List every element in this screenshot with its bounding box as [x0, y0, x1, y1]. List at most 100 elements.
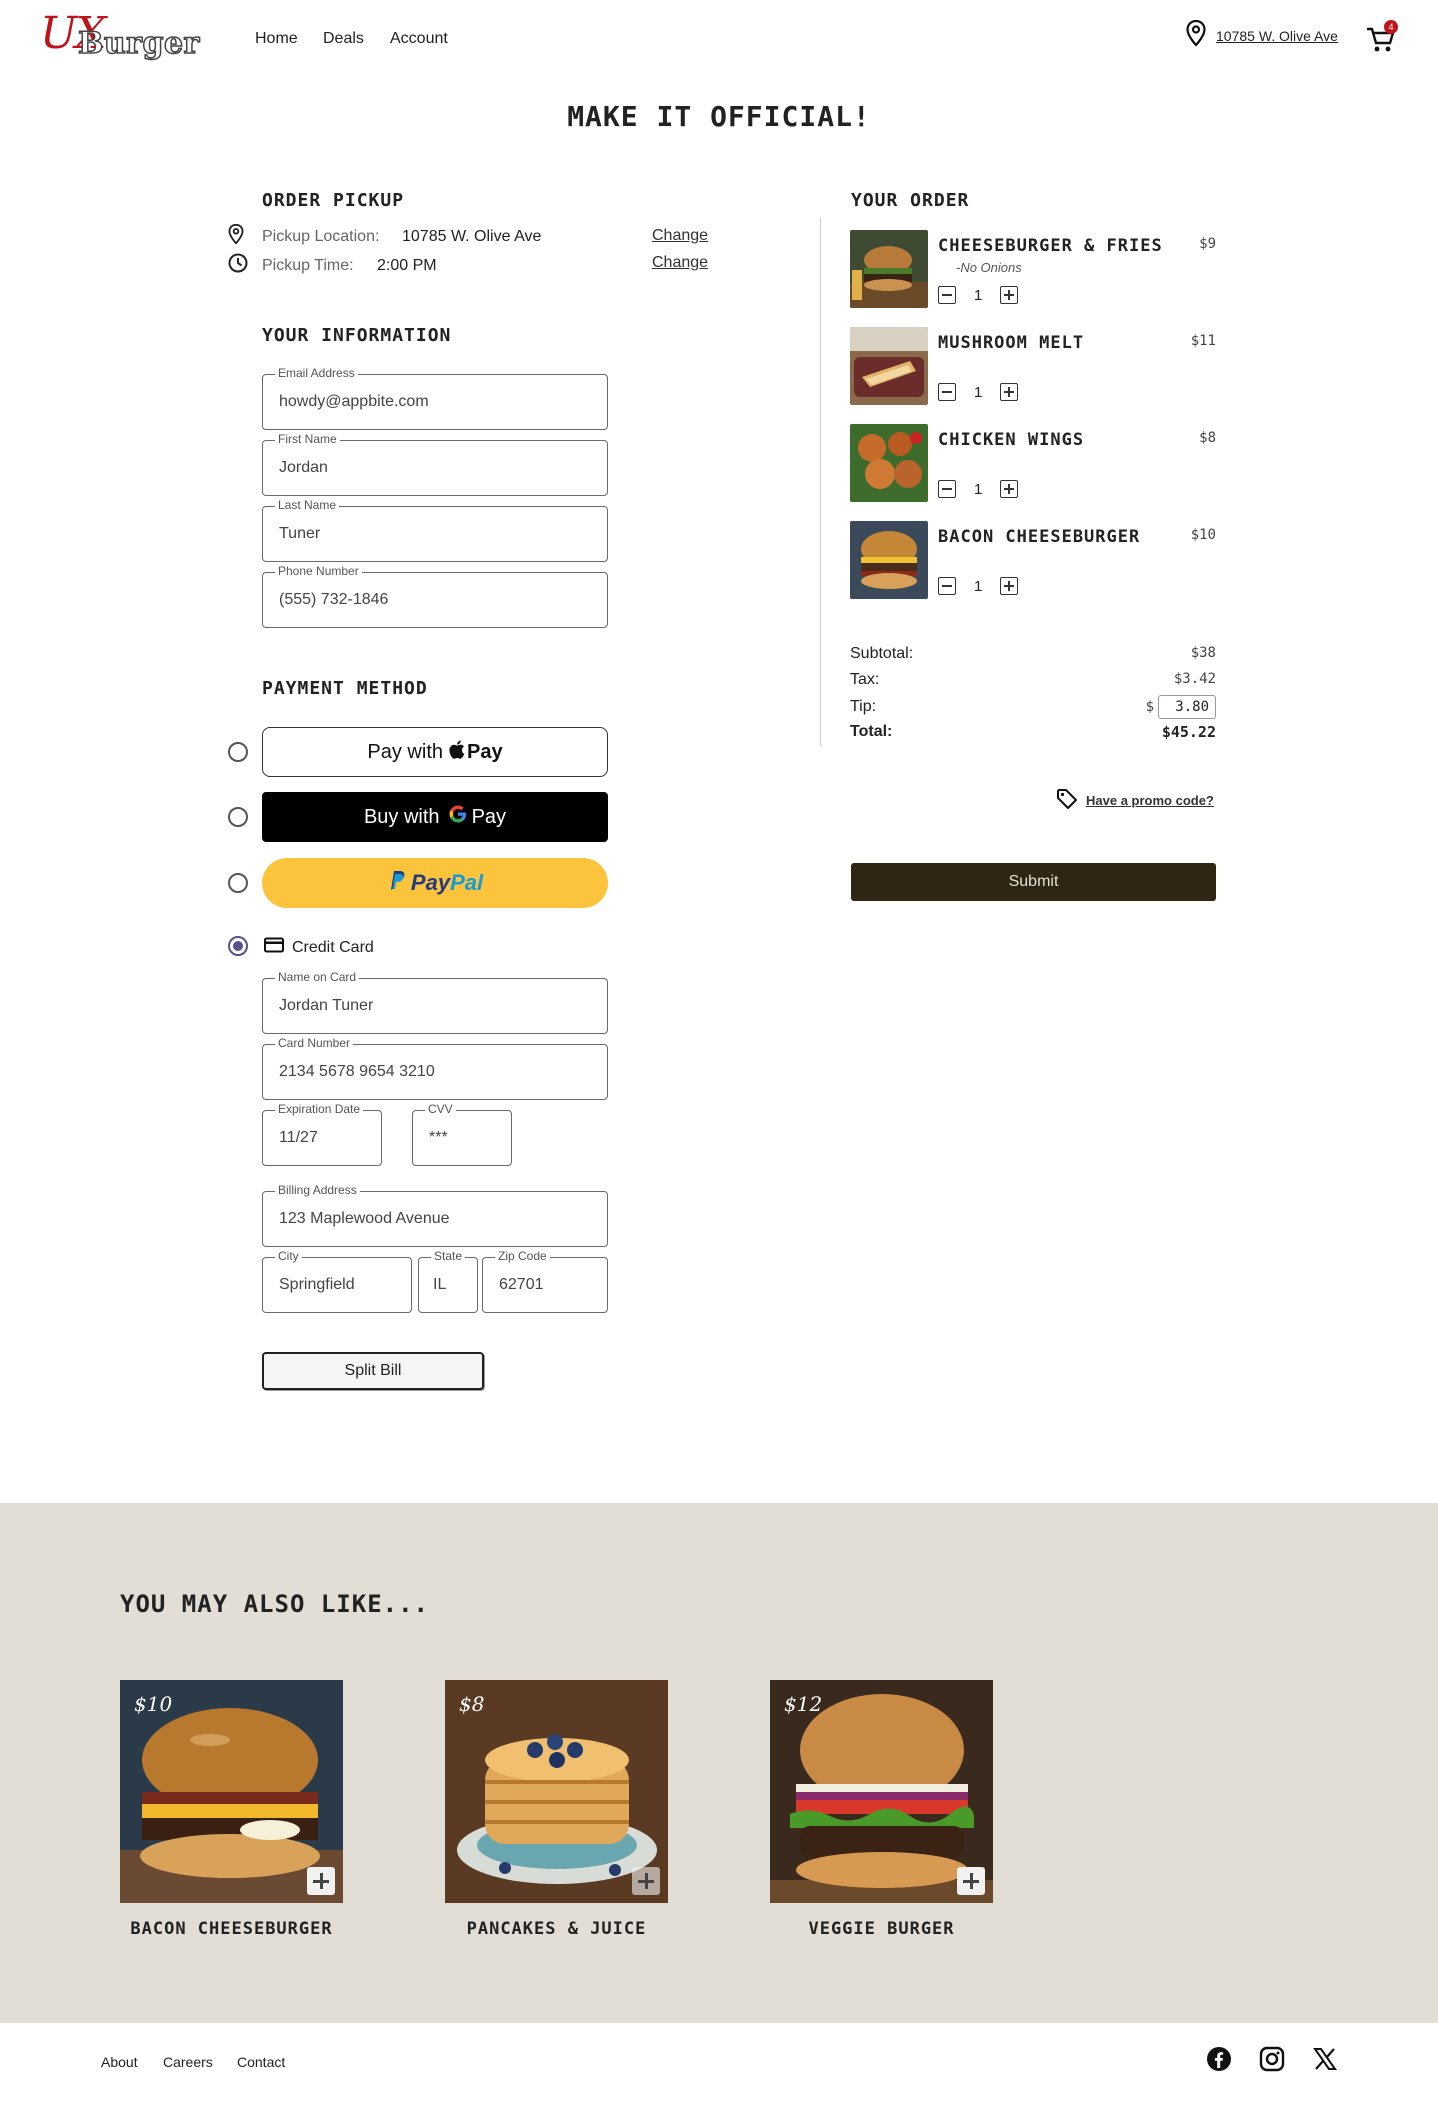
expiration-date-value: 11/27	[279, 1129, 318, 1146]
paypal-radio[interactable]	[228, 873, 248, 893]
expiration-date-field[interactable]: Expiration Date 11/27	[262, 1102, 382, 1166]
first-name-field[interactable]: First Name Jordan	[262, 432, 608, 496]
apple-pay-button[interactable]: Pay with Pay	[262, 727, 608, 777]
order-item: BACON CHEESEBURGER $10 1	[850, 521, 1220, 601]
nav-deals[interactable]: Deals	[323, 30, 364, 48]
decrease-quantity-button[interactable]	[938, 383, 956, 401]
suggestion-card[interactable]: $10 BACON CHEESEBURGER	[120, 1680, 343, 1939]
google-pay-button[interactable]: Buy with Pay	[262, 792, 608, 842]
paypal-logo-icon	[387, 869, 405, 897]
subtotal-value: $38	[1190, 645, 1216, 661]
add-to-order-button[interactable]	[632, 1867, 660, 1895]
suggestion-name: BACON CHEESEBURGER	[130, 1919, 333, 1939]
instagram-icon[interactable]	[1259, 2046, 1285, 2072]
order-item: CHICKEN WINGS $8 1	[850, 424, 1220, 504]
bacon-cheeseburger-image	[850, 521, 928, 599]
zip-code-value: 62701	[499, 1276, 544, 1293]
increase-quantity-button[interactable]	[1000, 480, 1019, 498]
promo-code-label: Have a promo code?	[1086, 793, 1214, 808]
order-title: YOUR ORDER	[851, 190, 970, 211]
pickup-location-label: Pickup Location:	[262, 227, 380, 245]
quantity-stepper: 1	[938, 480, 1019, 498]
last-name-field[interactable]: Last Name Tuner	[262, 498, 608, 562]
phone-value: (555) 732-1846	[279, 591, 389, 608]
tip-label: Tip:	[850, 698, 877, 715]
increase-quantity-button[interactable]	[1000, 383, 1019, 401]
submit-button[interactable]: Submit	[851, 863, 1216, 901]
x-icon[interactable]	[1312, 2046, 1338, 2072]
billing-address-field[interactable]: Billing Address 123 Maplewood Avenue	[262, 1183, 608, 1247]
order-item-name: BACON CHEESEBURGER	[938, 527, 1141, 547]
tip-input[interactable]: 3.80	[1158, 695, 1216, 719]
suggestion-card[interactable]: $8 PANCAKES & JUICE	[445, 1680, 668, 1939]
credit-card-radio[interactable]	[228, 936, 248, 956]
cart-button[interactable]: 4	[1366, 20, 1400, 54]
first-name-value: Jordan	[279, 459, 328, 476]
paypal-button[interactable]: Pay Pal	[262, 858, 608, 908]
email-field[interactable]: Email Address howdy@appbite.com	[262, 366, 608, 430]
footer-contact-link[interactable]: Contact	[237, 2054, 285, 2070]
city-value: Springfield	[279, 1276, 355, 1293]
order-item: CHEESEBURGER & FRIES -No Onions $9 1	[850, 230, 1220, 310]
store-location[interactable]: 10785 W. Olive Ave	[1186, 19, 1338, 51]
order-item-price: $8	[1199, 430, 1216, 446]
change-location-link[interactable]: Change	[652, 227, 708, 245]
decrease-quantity-button[interactable]	[938, 577, 956, 595]
order-item-name: MUSHROOM MELT	[938, 333, 1085, 353]
google-pay-radio[interactable]	[228, 807, 248, 827]
location-link[interactable]: 10785 W. Olive Ave	[1216, 28, 1338, 44]
state-field[interactable]: State IL	[418, 1249, 478, 1313]
card-number-field[interactable]: Card Number 2134 5678 9654 3210	[262, 1036, 608, 1100]
city-field[interactable]: City Springfield	[262, 1249, 412, 1313]
order-item-name: CHEESEBURGER & FRIES	[938, 236, 1163, 256]
order-item-price: $10	[1190, 527, 1216, 543]
decrease-quantity-button[interactable]	[938, 286, 956, 304]
order-totals: Subtotal: $38 Tax: $3.42 Tip: $ 3.80 Tot…	[850, 645, 1216, 745]
total-row: Total: $45.22	[850, 723, 1216, 741]
add-to-order-button[interactable]	[307, 1867, 335, 1895]
phone-field[interactable]: Phone Number (555) 732-1846	[262, 564, 608, 628]
last-name-value: Tuner	[279, 525, 321, 542]
tip-currency: $	[1145, 699, 1154, 715]
mushroom-melt-image	[850, 327, 928, 405]
increase-quantity-button[interactable]	[1000, 286, 1019, 304]
tag-icon	[1056, 788, 1078, 813]
suggestion-card[interactable]: $12 VEGGIE BURGER	[770, 1680, 993, 1939]
cvv-field[interactable]: CVV ***	[412, 1102, 512, 1166]
cvv-value: ***	[429, 1129, 448, 1146]
total-label: Total:	[850, 723, 893, 740]
promo-code-link[interactable]: Have a promo code?	[1056, 788, 1214, 813]
apple-pay-radio[interactable]	[228, 742, 248, 762]
decrease-quantity-button[interactable]	[938, 480, 956, 498]
increase-quantity-button[interactable]	[1000, 577, 1019, 595]
suggestion-name: PANCAKES & JUICE	[466, 1919, 647, 1939]
order-item-note: -No Onions	[956, 260, 1022, 275]
order-item-price: $11	[1190, 333, 1216, 349]
state-value: IL	[433, 1276, 447, 1293]
name-on-card-value: Jordan Tuner	[279, 997, 374, 1014]
nav-account[interactable]: Account	[390, 30, 448, 48]
change-time-link[interactable]: Change	[652, 254, 708, 272]
clock-icon	[228, 253, 262, 278]
bacon-cheeseburger-photo: $10	[120, 1680, 343, 1903]
facebook-icon[interactable]	[1206, 2046, 1232, 2072]
cart-count-badge: 4	[1384, 20, 1398, 34]
suggestion-price: $10	[134, 1692, 173, 1716]
tip-control: $ 3.80	[1146, 695, 1216, 719]
nav-home[interactable]: Home	[255, 30, 298, 48]
footer-about-link[interactable]: About	[101, 2054, 138, 2070]
apple-pay-label: Pay	[467, 740, 503, 763]
name-on-card-field[interactable]: Name on Card Jordan Tuner	[262, 970, 608, 1034]
google-pay-label: Pay	[471, 805, 507, 828]
footer-careers-link[interactable]: Careers	[163, 2054, 213, 2070]
brand-logo[interactable]: UX Burger	[40, 8, 200, 68]
split-bill-button[interactable]: Split Bill	[262, 1352, 484, 1390]
quantity-value: 1	[974, 577, 983, 595]
tax-label: Tax:	[850, 671, 880, 688]
google-pay-prefix: Buy with	[363, 805, 440, 828]
add-to-order-button[interactable]	[957, 1867, 985, 1895]
quantity-value: 1	[974, 383, 983, 401]
credit-card-option[interactable]: Credit Card	[264, 937, 374, 958]
zip-code-field[interactable]: Zip Code 62701	[482, 1249, 608, 1313]
tip-row: Tip: $ 3.80	[850, 695, 1216, 719]
